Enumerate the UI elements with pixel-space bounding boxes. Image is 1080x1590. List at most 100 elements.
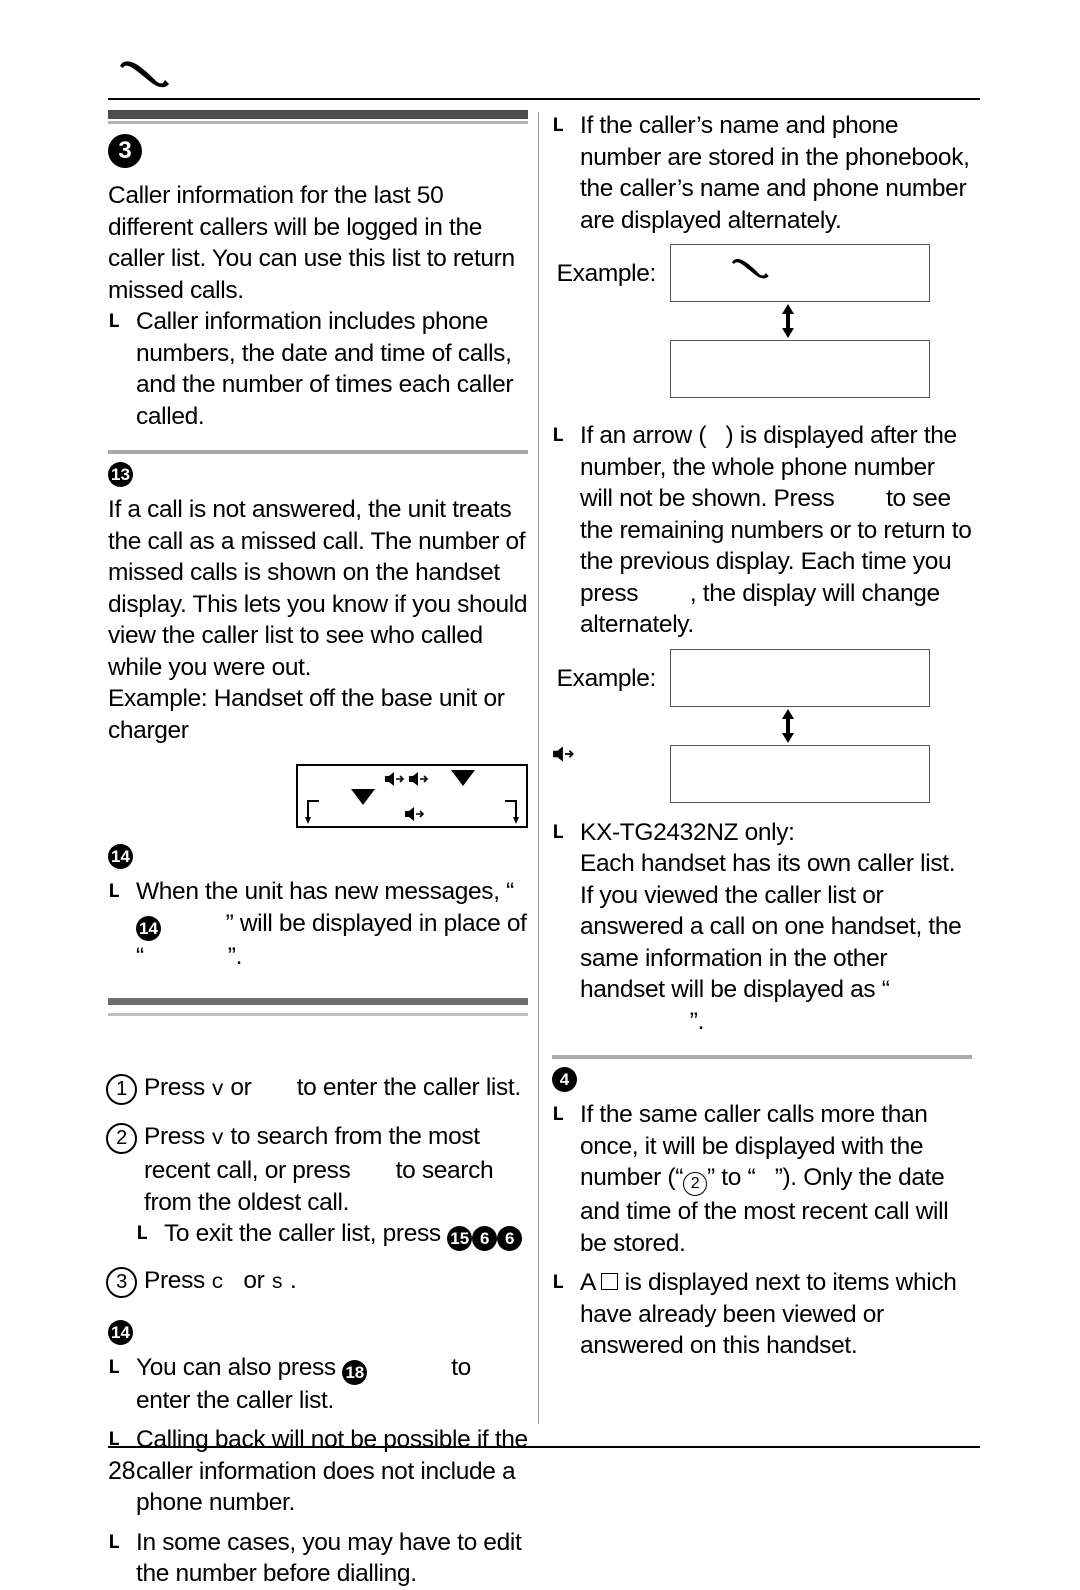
down-triangle-icon xyxy=(350,788,376,811)
page-number: 28 xyxy=(108,1457,136,1485)
example-lcd-top-2 xyxy=(670,648,930,707)
note-3-text: In some cases, you may have to edit the … xyxy=(136,1528,522,1588)
section-repeat-callers: 4 L If the same caller calls more than on… xyxy=(552,1055,972,1362)
missing-glyph-placeholder xyxy=(841,483,880,515)
step-1-mid: or xyxy=(223,1074,258,1101)
key-glyph-s: s xyxy=(270,1272,284,1295)
procedure-steps: 1 Press v or to enter the caller list. 2P… xyxy=(106,1072,528,1300)
step-2-pre: Press xyxy=(144,1122,212,1150)
phonebook-bullet: L If the caller’s name and phone number … xyxy=(552,110,972,236)
new-messages-bullet-post: ”. xyxy=(227,942,243,970)
bullet-marker-icon: L xyxy=(552,1104,564,1127)
missed-call-example-label: Example: Handset off the base unit or ch… xyxy=(108,685,505,744)
example-lcd-top-1 xyxy=(670,244,930,302)
bullet-marker-icon: L xyxy=(552,115,564,138)
section-divider-bar-thin xyxy=(108,1013,528,1016)
missing-glyph-placeholder xyxy=(706,420,725,452)
example-label-1: Example: xyxy=(556,260,657,287)
missing-glyph-placeholder xyxy=(357,1155,389,1187)
step-1-pre: Press xyxy=(144,1074,212,1101)
example-arrow-row-1 xyxy=(670,302,930,340)
bullet-marker-icon: L xyxy=(136,1223,148,1246)
footer-divider xyxy=(108,1446,980,1448)
repeat-1-mid: ” to “ xyxy=(707,1164,756,1191)
model-bullet-post: ”. xyxy=(689,1007,705,1035)
bullet-marker-icon: L xyxy=(108,1531,120,1555)
page-header xyxy=(108,48,980,100)
note-bullet-3: L In some cases, you may have to edit th… xyxy=(108,1527,528,1590)
repeat-2-pre: A xyxy=(580,1269,602,1296)
section-marker-14: 14 xyxy=(108,844,133,869)
missed-call-paragraph: If a call is not answered, the unit trea… xyxy=(108,496,528,681)
manual-page: 3 Caller information for the last 50 dif… xyxy=(0,0,1080,1587)
inline-marker-6: 6 xyxy=(472,1226,498,1251)
section-marker-14: 14 xyxy=(108,1319,133,1345)
repeat-bullet-2: LA is displayed next to items which have… xyxy=(552,1267,972,1362)
arrow-bullet-pre: If an arrow ( xyxy=(580,422,707,449)
down-triangle-icon xyxy=(450,769,476,792)
step-number-1: 1 xyxy=(106,1074,137,1105)
model-bullet-pre: Each handset has its own caller list. If… xyxy=(580,850,962,1003)
key-glyph-c: c xyxy=(211,1272,224,1295)
key-glyph-v: v xyxy=(211,1127,224,1151)
arrow-bullet: L If an arrow ( ) is displayed after the … xyxy=(552,420,972,641)
speaker-icon xyxy=(408,770,430,793)
double-vertical-arrow-icon xyxy=(778,302,798,345)
speaker-icon xyxy=(404,805,426,828)
note-bullet-1: L You can also press 18 to enter the call… xyxy=(108,1352,528,1417)
section-missed-call: 13 If a call is not answered, the unit t… xyxy=(108,450,528,828)
phonebook-bullet-text: If the caller’s name and phone number ar… xyxy=(580,112,970,234)
missing-glyph-placeholder xyxy=(755,1162,774,1194)
column-divider xyxy=(538,112,539,1424)
caller-list-intro-paragraph: Caller information for the last 50 diffe… xyxy=(108,182,515,304)
corner-down-arrow-left-icon xyxy=(305,799,323,830)
caller-list-bullet: L Caller information includes phone numb… xyxy=(108,306,528,432)
circled-number-2: 2 xyxy=(683,1172,708,1196)
example-lcd-bottom-2 xyxy=(670,744,930,803)
example-lcd-bottom-1 xyxy=(670,340,930,398)
note-1-pre: You can also press xyxy=(136,1353,343,1381)
section-marker-row: 3 xyxy=(108,134,528,168)
example-block-1: Example: xyxy=(552,244,972,398)
empty-square-icon xyxy=(601,1273,619,1290)
example-block-2: Example: xyxy=(552,648,972,803)
bullet-marker-icon: L xyxy=(108,311,120,334)
bullet-marker-icon: L xyxy=(552,425,564,448)
header-divider xyxy=(108,98,980,100)
section-marker-row-13: 13 xyxy=(108,462,528,492)
note-2-text: Calling back will not be possible if the… xyxy=(136,1426,528,1516)
procedure-step-1: 1 Press v or to enter the caller list. xyxy=(106,1072,528,1107)
bullet-marker-icon: L xyxy=(108,1429,120,1452)
section-marker-row-4: 4 xyxy=(552,1067,972,1097)
speaker-icon xyxy=(552,744,578,766)
missing-glyph-placeholder xyxy=(258,1072,290,1104)
section-notes: 14 L You can also press 18 to enter the c… xyxy=(108,1319,528,1590)
bullet-marker-icon: L xyxy=(108,881,120,904)
procedure-step-3: 3 Press c or s . xyxy=(106,1265,528,1300)
bullet-marker-icon: L xyxy=(552,1272,564,1295)
missing-glyph-placeholder xyxy=(367,1352,444,1384)
telephone-handset-icon xyxy=(116,56,172,88)
substep-text: To exit the caller list, press xyxy=(164,1220,448,1247)
section-marker-row-14: 14 xyxy=(108,844,528,874)
section-header-bar-thin xyxy=(108,121,528,124)
section-divider-bar xyxy=(552,1055,972,1059)
example-stack-1 xyxy=(670,244,930,398)
right-column: L If the caller’s name and phone number … xyxy=(552,110,972,1362)
telephone-handset-icon xyxy=(729,255,771,284)
note-bullet-2: L Calling back will not be possible if t… xyxy=(108,1424,528,1519)
missing-glyph-placeholder xyxy=(224,1265,237,1297)
step-number-2: 2 xyxy=(106,1122,137,1154)
double-vertical-arrow-icon xyxy=(778,707,798,750)
repeat-2-post: is displayed next to items which have al… xyxy=(580,1269,957,1359)
missing-glyph-placeholder xyxy=(144,941,228,973)
bullet-marker-icon: L xyxy=(552,821,564,845)
step-3-post: . xyxy=(283,1267,297,1294)
inline-marker-18: 18 xyxy=(342,1359,368,1385)
new-messages-bullet-pre: When the unit has new messages, “ xyxy=(136,878,514,905)
section-divider-bar xyxy=(108,998,528,1005)
bullet-marker-icon: L xyxy=(108,1356,120,1380)
repeat-bullet-1: L If the same caller calls more than once… xyxy=(552,1099,972,1259)
caller-list-bullet-text: Caller information includes phone number… xyxy=(136,308,514,430)
missing-glyph-placeholder xyxy=(580,1006,690,1038)
